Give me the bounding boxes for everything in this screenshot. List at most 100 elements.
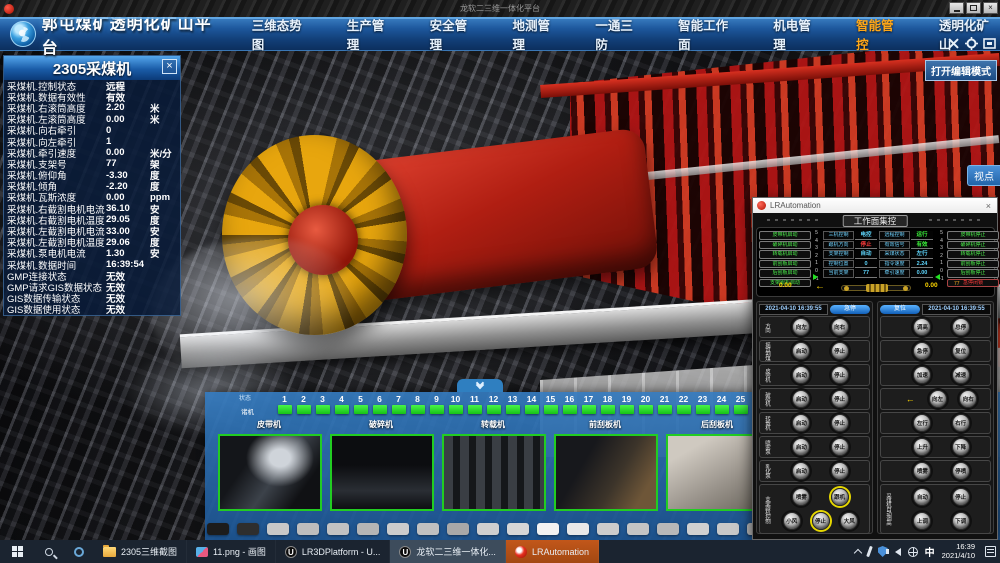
- round-control-button[interactable]: 停喷: [952, 462, 970, 480]
- nav-item[interactable]: 一通三防: [595, 15, 644, 53]
- round-control-button[interactable]: 向右: [959, 390, 977, 408]
- open-edit-mode-button[interactable]: 打开编辑模式: [925, 60, 997, 81]
- lrautomation-titlebar[interactable]: LRAutomation ×: [753, 198, 997, 213]
- round-control-button[interactable]: 启动: [792, 366, 810, 384]
- round-control-button[interactable]: 启动: [792, 462, 810, 480]
- round-control-button[interactable]: 向左: [929, 390, 947, 408]
- channel-status-indicator[interactable]: [316, 405, 330, 414]
- filmstrip-frame[interactable]: [297, 523, 319, 535]
- viewpoint-tab[interactable]: 视点: [967, 165, 1000, 186]
- round-control-button[interactable]: 跟机: [831, 488, 849, 506]
- tray-expand-icon[interactable]: [853, 548, 861, 556]
- notification-center-icon[interactable]: [985, 546, 996, 557]
- filmstrip-frame[interactable]: [507, 523, 529, 535]
- round-control-button[interactable]: 复位: [952, 342, 970, 360]
- channel-status-indicator[interactable]: [601, 405, 615, 414]
- equipment-start-button[interactable]: 转载机启动: [759, 250, 811, 259]
- speaker-icon[interactable]: [895, 548, 901, 556]
- round-control-button[interactable]: 急停: [913, 342, 931, 360]
- clock[interactable]: 16:39 2021/4/10: [942, 543, 975, 560]
- round-control-button[interactable]: 停止: [831, 342, 849, 360]
- slider-handle[interactable]: [866, 284, 888, 292]
- camera-feed[interactable]: [442, 434, 546, 511]
- nav-item[interactable]: 三维态势图: [252, 15, 313, 53]
- channel-status-indicator[interactable]: [354, 405, 368, 414]
- fit-screen-icon[interactable]: [982, 36, 996, 50]
- round-control-button[interactable]: 加速: [913, 366, 931, 384]
- channel-status-indicator[interactable]: [639, 405, 653, 414]
- round-control-button[interactable]: 停止: [812, 512, 830, 530]
- round-control-button[interactable]: 启动: [792, 438, 810, 456]
- round-control-button[interactable]: 下调: [952, 512, 970, 530]
- cortana-button[interactable]: [64, 540, 94, 563]
- nav-item[interactable]: 智能工作面: [678, 15, 739, 53]
- camera-feed[interactable]: [330, 434, 434, 511]
- filmstrip-frame[interactable]: [207, 523, 229, 535]
- equipment-start-button[interactable]: 皮带机启动: [759, 231, 811, 240]
- channel-status-indicator[interactable]: [506, 405, 520, 414]
- filmstrip-frame[interactable]: [447, 523, 469, 535]
- round-control-button[interactable]: 启动: [792, 390, 810, 408]
- round-control-button[interactable]: 向右: [831, 318, 849, 336]
- camera-feed[interactable]: [218, 434, 322, 511]
- channel-status-indicator[interactable]: [525, 405, 539, 414]
- round-control-button[interactable]: 喷雾: [913, 462, 931, 480]
- channel-status-indicator[interactable]: [411, 405, 425, 414]
- minimize-button[interactable]: [949, 2, 964, 14]
- filmstrip-frame[interactable]: [327, 523, 349, 535]
- channel-status-indicator[interactable]: [582, 405, 596, 414]
- round-control-button[interactable]: 停止: [952, 488, 970, 506]
- reset-pill-button[interactable]: 复位: [880, 305, 920, 314]
- channel-status-indicator[interactable]: [468, 405, 482, 414]
- equipment-stop-button[interactable]: 破碎机停止: [947, 241, 999, 250]
- filmstrip-frame[interactable]: [477, 523, 499, 535]
- round-control-button[interactable]: 向左: [792, 318, 810, 336]
- round-control-button[interactable]: 下降: [952, 438, 970, 456]
- close-icon[interactable]: ×: [984, 201, 993, 211]
- round-control-button[interactable]: 总停: [952, 318, 970, 336]
- search-button[interactable]: [34, 540, 64, 563]
- channel-status-indicator[interactable]: [449, 405, 463, 414]
- close-icon[interactable]: ×: [162, 59, 177, 74]
- filmstrip-frame[interactable]: [597, 523, 619, 535]
- traction-slider[interactable]: 77: [841, 285, 911, 291]
- taskbar-task[interactable]: LRAutomation: [506, 540, 599, 563]
- nav-item[interactable]: 智能管控: [856, 15, 905, 53]
- round-control-button[interactable]: 启动: [792, 342, 810, 360]
- channel-status-indicator[interactable]: [620, 405, 634, 414]
- filmstrip-frame[interactable]: [387, 523, 409, 535]
- close-button[interactable]: ×: [983, 2, 998, 14]
- equipment-start-button[interactable]: 破碎机启动: [759, 241, 811, 250]
- round-control-button[interactable]: 停止: [831, 366, 849, 384]
- channel-status-indicator[interactable]: [696, 405, 710, 414]
- round-control-button[interactable]: 右行: [952, 414, 970, 432]
- round-control-button[interactable]: 左行: [913, 414, 931, 432]
- tab-workface-control[interactable]: 工作面集控: [843, 215, 908, 227]
- round-control-button[interactable]: 喷雾: [792, 488, 810, 506]
- tools-icon[interactable]: [946, 36, 960, 50]
- filmstrip-frame[interactable]: [237, 523, 259, 535]
- nav-item[interactable]: 地测管理: [512, 15, 561, 53]
- channel-status-indicator[interactable]: [278, 405, 292, 414]
- equipment-stop-button[interactable]: 转载机停止: [947, 250, 999, 259]
- channel-status-indicator[interactable]: [335, 405, 349, 414]
- channel-status-indicator[interactable]: [677, 405, 691, 414]
- round-control-button[interactable]: 自动: [913, 488, 931, 506]
- round-control-button[interactable]: 停止: [831, 414, 849, 432]
- taskbar-task[interactable]: ULR3DPlatform - U...: [276, 540, 391, 563]
- network-icon[interactable]: [908, 547, 918, 557]
- filmstrip-frame[interactable]: [687, 523, 709, 535]
- channel-status-indicator[interactable]: [734, 405, 748, 414]
- equipment-start-button[interactable]: 前刮板启动: [759, 260, 811, 269]
- filmstrip-frame[interactable]: [417, 523, 439, 535]
- pen-icon[interactable]: [866, 546, 873, 557]
- equipment-stop-button[interactable]: 皮带机停止: [947, 231, 999, 240]
- channel-status-indicator[interactable]: [563, 405, 577, 414]
- channel-status-indicator[interactable]: [544, 405, 558, 414]
- channel-status-indicator[interactable]: [392, 405, 406, 414]
- taskbar-task[interactable]: 11.png - 画图: [187, 540, 276, 563]
- estop-pill-button[interactable]: 急停: [830, 305, 870, 314]
- channel-status-indicator[interactable]: [373, 405, 387, 414]
- round-control-button[interactable]: 大风: [840, 512, 858, 530]
- taskbar-task[interactable]: U龙软二三维一体化...: [390, 540, 506, 563]
